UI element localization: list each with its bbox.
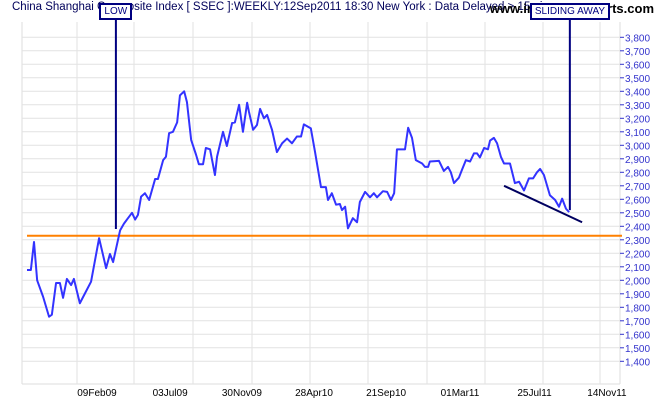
y-tick-label: 3,200	[625, 114, 650, 125]
x-tick-label: 03Jul09	[153, 388, 188, 399]
x-tick-label: 25Jul11	[517, 388, 552, 399]
x-tick-label: 09Feb09	[77, 388, 117, 399]
annotation-low-label: LOW	[99, 3, 133, 20]
y-tick-label: 3,700	[625, 47, 650, 58]
line-chart: 3,800 3,700 3,600 3,500 3,400 3,300 3,200 3,100…	[21, 18, 650, 399]
y-tick-label: 2,200	[625, 249, 650, 260]
y-tick-label: 2,100	[625, 263, 650, 274]
y-tick-label: 2,600	[625, 195, 650, 206]
annotation-sliding-away-label: SLIDING AWAY	[529, 3, 611, 20]
chart-container: China Shanghai Composite Index [ SSEC ]:…	[0, 0, 660, 405]
y-tick-label: 2,700	[625, 182, 650, 193]
x-tick-label: 01Mar11	[441, 388, 480, 399]
y-tick-label: 3,100	[625, 128, 650, 139]
y-tick-label: 2,300	[625, 236, 650, 247]
y-tick-label: 1,700	[625, 317, 650, 328]
y-tick-label: 3,300	[625, 101, 650, 112]
y-tick-label: 2,000	[625, 276, 650, 287]
y-tick-label: 1,900	[625, 290, 650, 301]
y-tick-label: 1,800	[625, 303, 650, 314]
x-tick-label: 28Apr10	[295, 388, 333, 399]
y-tick-label: 3,800	[625, 33, 650, 44]
y-tick-label: 3,600	[625, 60, 650, 71]
y-tick-label: 1,600	[625, 330, 650, 341]
y-tick-label: 3,400	[625, 87, 650, 98]
x-tick-label: 14Nov11	[587, 388, 627, 399]
y-tick-label: 2,400	[625, 222, 650, 233]
x-tick-label: 21Sep10	[366, 388, 406, 399]
y-tick-label: 1,500	[625, 344, 650, 355]
y-tick-label: 3,000	[625, 141, 650, 152]
series-line	[27, 90, 570, 318]
y-tick-label: 2,900	[625, 155, 650, 166]
y-tick-label: 3,500	[625, 74, 650, 85]
y-tick-label: 2,500	[625, 209, 650, 220]
y-tick-label: 1,400	[625, 357, 650, 368]
x-tick-label: 30Nov09	[222, 388, 262, 399]
y-tick-label: 2,800	[625, 168, 650, 179]
